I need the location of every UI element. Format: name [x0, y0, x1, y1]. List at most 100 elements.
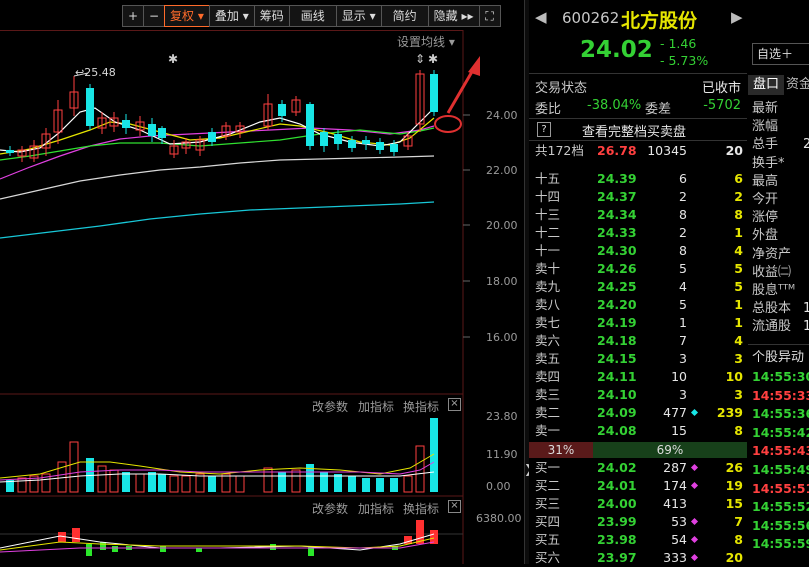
anomaly-time[interactable]: 14:55:59 [752, 535, 809, 553]
levels-vol: 10345 [647, 143, 687, 158]
highlight-circle [434, 115, 462, 133]
ask-row[interactable]: 卖二 24.09 477 239 [529, 404, 747, 422]
help-icon[interactable]: ? [537, 122, 551, 137]
ma-line-yellow [0, 117, 435, 155]
info-row-label: 外盘 [752, 228, 779, 244]
macd-params-link[interactable]: 改参数 [312, 500, 348, 517]
bid-change: 8 [734, 532, 743, 547]
high-price-value: 25.48 [84, 66, 116, 79]
anomaly-time[interactable]: 14:55:51 [752, 480, 809, 498]
weibi-label: 委比 [535, 102, 562, 117]
ma-line-cyan [0, 201, 435, 239]
ask-level-label: 卖九 [535, 279, 561, 294]
ask-level-label: 卖八 [535, 297, 561, 312]
ask-level-label: 十一 [535, 243, 561, 258]
ask-row[interactable]: 十五 24.39 6 6 [529, 170, 747, 188]
anomaly-time[interactable]: 14:55:43 [752, 442, 809, 460]
tab-pankou[interactable]: 盘口 [748, 75, 784, 95]
ask-change: 5 [734, 279, 743, 294]
anomaly-time[interactable]: 14:55:42 [752, 424, 809, 442]
ask-change: 8 [734, 207, 743, 222]
info-row-label: 最高 [752, 173, 779, 189]
prev-stock-icon[interactable]: ◀ [535, 8, 547, 26]
macd-bars [58, 520, 438, 556]
tab-zijin[interactable]: 资金 [786, 75, 809, 95]
ask-row[interactable]: 十一 24.30 8 4 [529, 242, 747, 260]
ask-volume: 10 [671, 369, 687, 384]
info-row-label: 今开 [752, 192, 779, 207]
anomaly-time[interactable]: 14:55:49 [752, 461, 809, 479]
anomaly-time[interactable]: 14:55:52 [752, 498, 809, 516]
bid-row[interactable]: 买二 24.01 174 19 [529, 477, 747, 495]
kline-chart-pane[interactable]: + − 复权 ▾ 叠加 ▾ 筹码 画线 显示 ▾ 简约 隐藏 ▸▸ ⛶ 设置均线… [0, 0, 526, 564]
divider [529, 118, 747, 119]
levels-count: 20 [725, 143, 743, 158]
ask-volume: 477 [663, 405, 687, 420]
ask-row[interactable]: 卖五 24.15 3 3 [529, 350, 747, 368]
anomaly-time[interactable]: 14:55:36 [752, 405, 809, 423]
info-row-label: 总手 [752, 137, 779, 153]
ask-row[interactable]: 十二 24.33 2 1 [529, 224, 747, 242]
ask-change: 5 [734, 261, 743, 276]
bid-level-label: 买五 [535, 532, 561, 547]
bid-volume: 333 [663, 550, 687, 565]
trade-status-value: 已收市 [701, 81, 741, 96]
ask-change: 2 [734, 189, 743, 204]
ask-change: 6 [734, 171, 743, 186]
macd-add-indicator-link[interactable]: 加指标 [358, 500, 394, 517]
ask-volume: 15 [671, 423, 687, 438]
bid-row[interactable]: 买三 24.00 413 15 [529, 495, 747, 513]
ask-row[interactable]: 卖七 24.19 1 1 [529, 314, 747, 332]
bid-volume: 413 [663, 496, 687, 511]
ask-change: 10 [725, 369, 743, 384]
ask-row[interactable]: 卖九 24.25 4 5 [529, 278, 747, 296]
volume-params-link[interactable]: 改参数 [312, 398, 348, 415]
ask-volume: 5 [679, 297, 687, 312]
ask-volume: 6 [679, 171, 687, 186]
ask-volume: 4 [679, 279, 687, 294]
info-row-label: 净资产 [752, 246, 792, 262]
bid-row[interactable]: 买五 23.98 54 8 [529, 531, 747, 549]
price-tick-label: 24.00 [486, 109, 518, 122]
volume-close-icon[interactable]: × [448, 398, 461, 411]
anomaly-title: 个股异动 [752, 350, 805, 365]
ask-row[interactable]: 十四 24.37 2 2 [529, 188, 747, 206]
ask-row[interactable]: 卖六 24.18 7 4 [529, 332, 747, 350]
ask-row[interactable]: 十三 24.34 8 8 [529, 206, 747, 224]
ask-row[interactable]: 卖八 24.20 5 1 [529, 296, 747, 314]
full-order-book-link[interactable]: 查看完整档买卖盘 [582, 121, 686, 140]
price-tick-label: 18.00 [486, 275, 518, 288]
ask-row[interactable]: 卖十 24.26 5 5 [529, 260, 747, 278]
ask-level-label: 卖一 [535, 423, 561, 438]
bid-change: 26 [725, 460, 743, 475]
divider [529, 73, 747, 74]
ask-level-label: 十四 [535, 189, 561, 204]
stock-code: 600262 [562, 9, 620, 27]
info-row-label: 股息ᵀᵀᴹ [752, 283, 796, 298]
ask-level-label: 十五 [535, 171, 561, 186]
volume-add-indicator-link[interactable]: 加指标 [358, 398, 394, 415]
levels-label: 共172档 [535, 143, 584, 158]
bid-row[interactable]: 买一 24.02 287 26 [529, 459, 747, 477]
ask-row[interactable]: 卖三 24.10 3 3 [529, 386, 747, 404]
next-stock-icon[interactable]: ▶ [731, 8, 743, 26]
info-row-label: 收益㈡ [752, 264, 792, 280]
ask-volume: 3 [679, 387, 687, 402]
bid-row[interactable]: 买六 23.97 333 20 [529, 549, 747, 567]
add-watchlist-button[interactable]: 自选＋ [752, 43, 809, 65]
bid-row[interactable]: 买四 23.99 53 7 [529, 513, 747, 531]
divider [529, 140, 747, 141]
info-row-label: 换手* [752, 155, 785, 171]
ask-level-label: 卖六 [535, 333, 561, 348]
ask-level-label: 卖二 [535, 405, 561, 420]
volume-switch-indicator-link[interactable]: 换指标 [403, 398, 439, 415]
macd-close-icon[interactable]: × [448, 500, 461, 513]
macd-switch-indicator-link[interactable]: 换指标 [403, 500, 439, 517]
high-price-label: ↩25.48 [75, 66, 116, 79]
anomaly-time[interactable]: 14:55:30 [752, 368, 809, 386]
ask-row[interactable]: 卖四 24.11 10 10 [529, 368, 747, 386]
ask-volume: 7 [679, 333, 687, 348]
ask-row[interactable]: 卖一 24.08 15 8 [529, 422, 747, 440]
anomaly-time[interactable]: 14:55:33 [752, 387, 809, 405]
anomaly-time[interactable]: 14:55:56 [752, 517, 809, 535]
